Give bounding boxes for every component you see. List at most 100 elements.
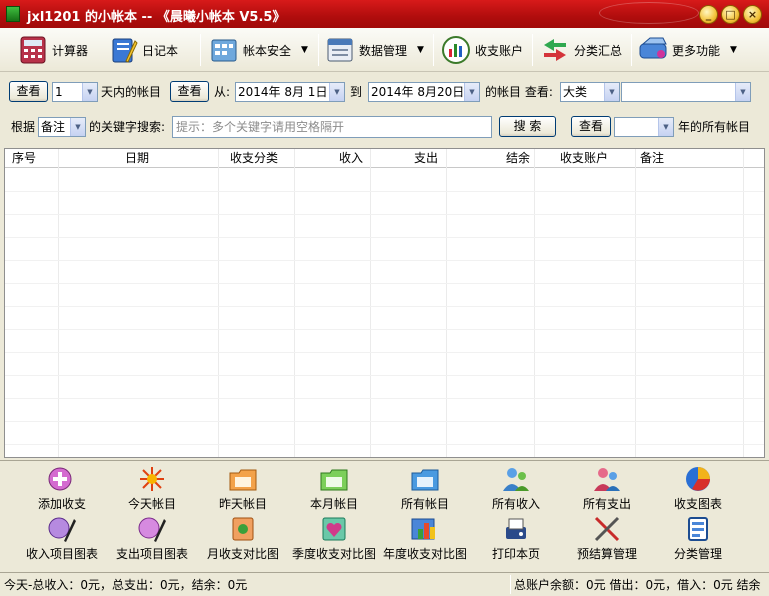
pre-settlement-label: 预结算管理 <box>576 547 637 561</box>
grid-line <box>5 398 764 399</box>
toolbar-diary-label: 日记本 <box>142 43 179 58</box>
search-field-select[interactable]: 备注 ▼ <box>38 117 86 137</box>
toolbar-separator <box>433 34 434 66</box>
month-entries-label: 本月帐目 <box>309 497 358 511</box>
category-level-value: 大类 <box>563 85 588 99</box>
notebook-icon <box>108 35 138 65</box>
to-date-picker[interactable]: 2014年 8月20日 ▼ <box>368 82 480 102</box>
by-label: 根据 <box>11 120 36 134</box>
app-icon <box>6 6 20 22</box>
chevron-down-icon[interactable]: ▼ <box>658 118 673 136</box>
column-header-balance[interactable]: 结余 <box>506 149 530 168</box>
to-date-value: 2014年 8月20日 <box>371 85 465 99</box>
category-summary-icon <box>540 35 570 65</box>
chevron-down-icon: ▼ <box>417 45 424 55</box>
toolbar-ledger-security-label: 帐本安全 <box>243 43 292 58</box>
toolbar-separator <box>532 34 533 66</box>
grid-line <box>5 214 764 215</box>
pie-chart-icon <box>682 465 714 493</box>
toolbar-diary-button[interactable]: 日记本 <box>108 32 178 68</box>
grid-line <box>294 149 295 457</box>
chevron-down-icon[interactable]: ▼ <box>464 83 479 101</box>
all-income-button[interactable]: 所有收入 <box>471 465 561 512</box>
toolbar-accounts-button[interactable]: 收支账户 <box>441 32 523 68</box>
view-days-button[interactable]: 查看 <box>9 81 48 102</box>
yearly-compare-button[interactable]: 年度收支对比图 <box>380 515 470 562</box>
ledger-table[interactable]: 序号 日期 收支分类 收入 支出 结余 收支账户 备注 <box>4 148 765 458</box>
column-header-index[interactable]: 序号 <box>12 149 36 168</box>
grid-line <box>5 191 764 192</box>
from-label: 从: <box>214 85 231 99</box>
category-level-select[interactable]: 大类 ▼ <box>560 82 620 102</box>
monthly-compare-button[interactable]: 月收支对比图 <box>198 515 288 562</box>
chevron-down-icon[interactable]: ▼ <box>329 83 344 101</box>
status-divider <box>510 575 511 594</box>
grid-line <box>743 149 744 457</box>
toolbar-data-management-button[interactable]: 数据管理 ▼ <box>325 32 424 68</box>
all-expense-icon <box>591 465 623 493</box>
title-bar: jxl1201 的小帐本 -- 《晨曦小帐本 V5.5》 _ □ × <box>0 0 769 28</box>
yesterday-entries-button[interactable]: 昨天帐目 <box>198 465 288 512</box>
print-icon <box>500 515 532 543</box>
window-title: jxl1201 的小帐本 -- 《晨曦小帐本 V5.5》 <box>27 10 286 25</box>
today-entries-button[interactable]: 今天帐目 <box>107 465 197 512</box>
yesterday-entries-label: 昨天帐目 <box>218 497 267 511</box>
chevron-down-icon: ▼ <box>301 45 308 55</box>
category-management-button[interactable]: 分类管理 <box>653 515 743 562</box>
toolbar-calculator-button[interactable]: 计算器 <box>18 32 88 68</box>
keyword-search-row: 根据 备注 ▼ 的关键字搜索: 提示：多个关键字请用空格隔开 搜 索 查看 ▼ … <box>0 114 769 142</box>
pre-settlement-button[interactable]: 预结算管理 <box>562 515 652 562</box>
column-header-account[interactable]: 收支账户 <box>560 149 608 168</box>
days-select[interactable]: 1 ▼ <box>52 82 98 102</box>
toolbar-more-functions-button[interactable]: 更多功能 ▼ <box>638 32 737 68</box>
column-header-remark[interactable]: 备注 <box>640 149 664 168</box>
column-header-date[interactable]: 日期 <box>125 149 149 168</box>
print-page-button[interactable]: 打印本页 <box>471 515 561 562</box>
view-year-button[interactable]: 查看 <box>571 116 611 137</box>
all-entries-label: 所有帐目 <box>400 497 449 511</box>
chevron-down-icon[interactable]: ▼ <box>604 83 619 101</box>
chevron-down-icon[interactable]: ▼ <box>735 83 750 101</box>
yearly-compare-label: 年度收支对比图 <box>382 547 467 561</box>
expense-item-chart-button[interactable]: 支出项目图表 <box>107 515 197 562</box>
from-date-picker[interactable]: 2014年 8月 1日 ▼ <box>235 82 345 102</box>
grid-line <box>5 375 764 376</box>
grid-line <box>5 237 764 238</box>
income-expense-chart-button[interactable]: 收支图表 <box>653 465 743 512</box>
all-entries-button[interactable]: 所有帐目 <box>380 465 470 512</box>
search-input[interactable]: 提示：多个关键字请用空格隔开 <box>172 116 492 138</box>
grid-line <box>5 421 764 422</box>
category-select[interactable]: ▼ <box>621 82 751 102</box>
ledger-security-icon <box>209 35 239 65</box>
toolbar-ledger-security-button[interactable]: 帐本安全 ▼ <box>209 32 308 68</box>
toolbar-category-summary-button[interactable]: 分类汇总 <box>540 32 622 68</box>
year-select[interactable]: ▼ <box>614 117 674 137</box>
grid-line <box>5 352 764 353</box>
toolbar-more-functions-label: 更多功能 <box>672 43 721 58</box>
month-entries-button[interactable]: 本月帐目 <box>289 465 379 512</box>
column-header-income[interactable]: 收入 <box>339 149 363 168</box>
close-button[interactable]: × <box>743 5 762 24</box>
all-income-icon <box>500 465 532 493</box>
view-range-button[interactable]: 查看 <box>170 81 209 102</box>
chevron-down-icon: ▼ <box>730 45 737 55</box>
chevron-down-icon[interactable]: ▼ <box>82 83 97 101</box>
range-suffix-label: 的帐目 查看: <box>485 85 553 99</box>
days-select-value: 1 <box>55 85 63 99</box>
column-header-expense[interactable]: 支出 <box>414 149 438 168</box>
quarterly-compare-button[interactable]: 季度收支对比图 <box>289 515 379 562</box>
expense-item-chart-icon <box>136 515 168 543</box>
chevron-down-icon[interactable]: ▼ <box>70 118 85 136</box>
expense-item-chart-label: 支出项目图表 <box>115 547 188 561</box>
maximize-button[interactable]: □ <box>721 5 740 24</box>
column-header-category[interactable]: 收支分类 <box>230 149 278 168</box>
from-date-value: 2014年 8月 1日 <box>238 85 328 99</box>
add-entry-button[interactable]: 添加收支 <box>17 465 107 512</box>
search-button[interactable]: 搜 索 <box>499 116 556 137</box>
date-filter-row: 查看 1 ▼ 天内的帐目 查看 从: 2014年 8月 1日 ▼ 到 2014年… <box>0 80 769 108</box>
minimize-button[interactable]: _ <box>699 5 718 24</box>
income-item-chart-button[interactable]: 收入项目图表 <box>17 515 107 562</box>
grid-line <box>5 306 764 307</box>
all-expense-button[interactable]: 所有支出 <box>562 465 652 512</box>
toolbar-separator <box>200 34 201 66</box>
